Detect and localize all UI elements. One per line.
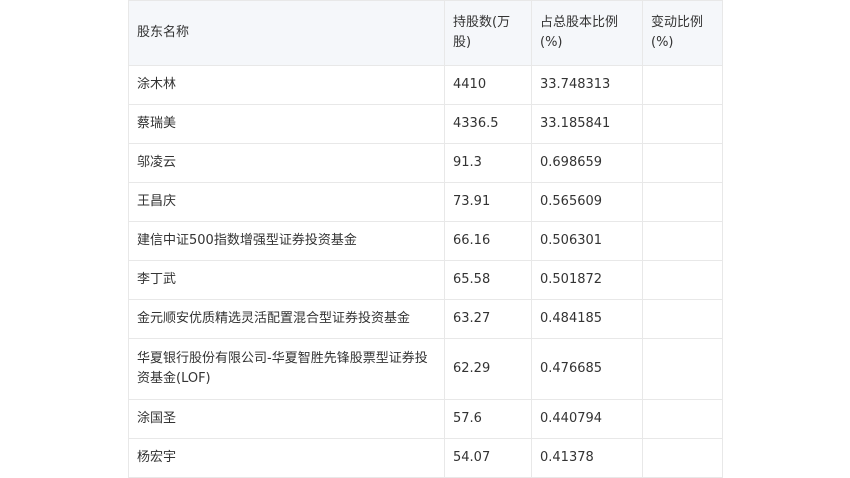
cell-shareholder-name: 蔡瑞美 [128, 104, 445, 144]
cell-share-ratio: 0.440794 [531, 399, 643, 439]
cell-share-ratio: 0.476685 [531, 338, 643, 400]
cell-shareholder-name: 涂木林 [128, 65, 445, 105]
shareholder-table-container: 股东名称 持股数(万股) 占总股本比例(%) 变动比例(%) 涂木林 4410 … [128, 0, 723, 478]
table-row: 金元顺安优质精选灵活配置混合型证券投资基金 63.27 0.484185 [128, 299, 723, 339]
header-change-ratio: 变动比例(%) [642, 0, 723, 66]
cell-shareholder-name: 涂国圣 [128, 399, 445, 439]
cell-shares-held: 54.07 [444, 438, 532, 478]
cell-shares-held: 66.16 [444, 221, 532, 261]
cell-shares-held: 91.3 [444, 143, 532, 183]
cell-share-ratio: 0.506301 [531, 221, 643, 261]
cell-shareholder-name: 杨宏宇 [128, 438, 445, 478]
cell-shareholder-name: 金元顺安优质精选灵活配置混合型证券投资基金 [128, 299, 445, 339]
cell-share-ratio: 33.748313 [531, 65, 643, 105]
cell-share-ratio: 33.185841 [531, 104, 643, 144]
table-row: 华夏银行股份有限公司-华夏智胜先锋股票型证券投资基金(LOF) 62.29 0.… [128, 338, 723, 400]
cell-share-ratio: 0.698659 [531, 143, 643, 183]
cell-shares-held: 73.91 [444, 182, 532, 222]
cell-shareholder-name: 王昌庆 [128, 182, 445, 222]
cell-change-ratio [642, 260, 723, 300]
cell-share-ratio: 0.501872 [531, 260, 643, 300]
header-share-ratio: 占总股本比例(%) [531, 0, 643, 66]
table-row: 李丁武 65.58 0.501872 [128, 260, 723, 300]
shareholder-table: 股东名称 持股数(万股) 占总股本比例(%) 变动比例(%) 涂木林 4410 … [128, 0, 723, 478]
cell-change-ratio [642, 299, 723, 339]
cell-shareholder-name: 李丁武 [128, 260, 445, 300]
cell-change-ratio [642, 338, 723, 400]
cell-share-ratio: 0.484185 [531, 299, 643, 339]
cell-change-ratio [642, 221, 723, 261]
table-row: 杨宏宇 54.07 0.41378 [128, 438, 723, 478]
table-row: 涂国圣 57.6 0.440794 [128, 399, 723, 439]
table-row: 王昌庆 73.91 0.565609 [128, 182, 723, 222]
cell-shares-held: 4410 [444, 65, 532, 105]
header-shareholder-name: 股东名称 [128, 0, 445, 66]
cell-change-ratio [642, 65, 723, 105]
cell-shares-held: 63.27 [444, 299, 532, 339]
table-header-row: 股东名称 持股数(万股) 占总股本比例(%) 变动比例(%) [128, 0, 723, 66]
table-row: 建信中证500指数增强型证券投资基金 66.16 0.506301 [128, 221, 723, 261]
cell-shares-held: 65.58 [444, 260, 532, 300]
cell-change-ratio [642, 399, 723, 439]
cell-shareholder-name: 华夏银行股份有限公司-华夏智胜先锋股票型证券投资基金(LOF) [128, 338, 445, 400]
table-row: 蔡瑞美 4336.5 33.185841 [128, 104, 723, 144]
cell-shareholder-name: 邬凌云 [128, 143, 445, 183]
cell-share-ratio: 0.565609 [531, 182, 643, 222]
header-shares-held: 持股数(万股) [444, 0, 532, 66]
cell-shares-held: 57.6 [444, 399, 532, 439]
table-row: 涂木林 4410 33.748313 [128, 65, 723, 105]
cell-shares-held: 62.29 [444, 338, 532, 400]
cell-change-ratio [642, 438, 723, 478]
cell-share-ratio: 0.41378 [531, 438, 643, 478]
cell-change-ratio [642, 143, 723, 183]
cell-shareholder-name: 建信中证500指数增强型证券投资基金 [128, 221, 445, 261]
table-row: 邬凌云 91.3 0.698659 [128, 143, 723, 183]
cell-change-ratio [642, 182, 723, 222]
cell-change-ratio [642, 104, 723, 144]
cell-shares-held: 4336.5 [444, 104, 532, 144]
